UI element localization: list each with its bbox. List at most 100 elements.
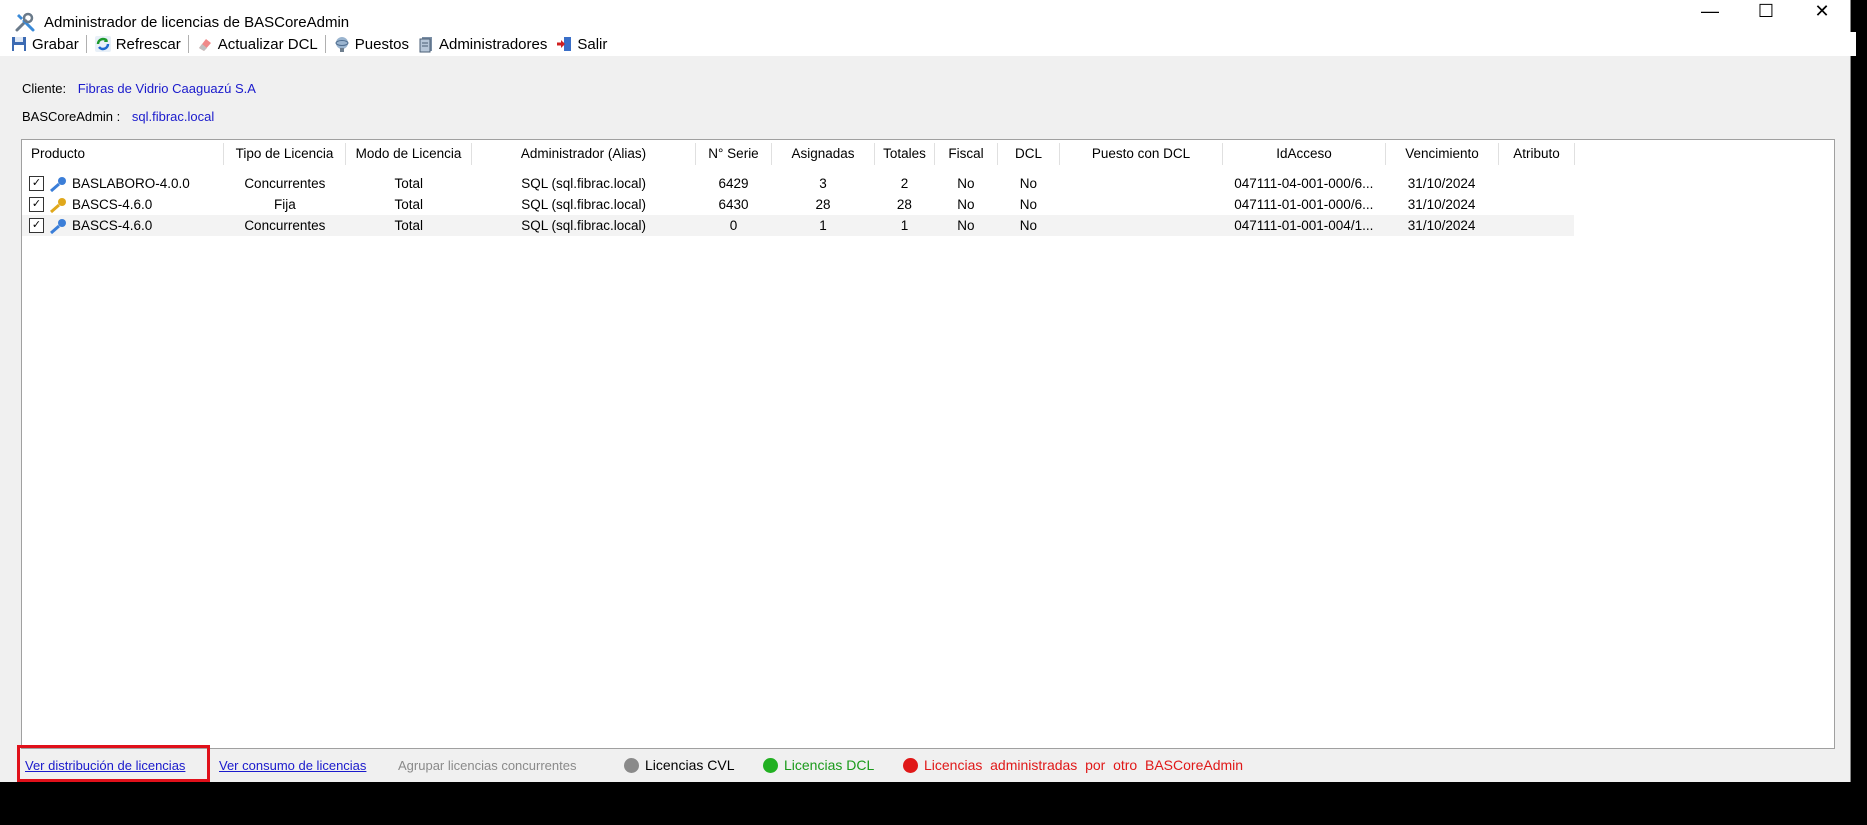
cell-fiscal: No <box>957 197 975 212</box>
gray-dot-icon <box>624 757 639 773</box>
update-dcl-button[interactable]: Actualizar DCL <box>192 33 322 55</box>
table-row[interactable]: ✓ BASCS-4.6.0 Concurrentes Total SQL (sq… <box>22 215 1574 236</box>
bascoreadmin-label: BASCoreAdmin : <box>22 109 121 124</box>
refresh-button[interactable]: Refrescar <box>90 33 185 55</box>
cell-idacceso: 047111-01-001-004/1... <box>1234 218 1374 233</box>
license-manager-window: Administrador de licencias de BASCoreAdm… <box>0 0 1856 782</box>
column-header-asignadas[interactable]: Asignadas <box>772 143 875 165</box>
bascoreadmin-value: sql.fibrac.local <box>131 109 215 124</box>
green-dot-icon <box>763 757 778 773</box>
table-row[interactable]: ✓ BASCS-4.6.0 Fija Total SQL (sql.fibrac… <box>22 194 1574 215</box>
refresh-label: Refrescar <box>115 35 181 53</box>
minimize-icon: — <box>1701 0 1719 21</box>
maximize-icon: ☐ <box>1757 0 1775 21</box>
cell-idacceso: 047111-01-001-000/6... <box>1234 197 1374 212</box>
cell-serie: 6430 <box>718 197 749 212</box>
cell-serie: 0 <box>729 218 738 233</box>
legend-dcl-label: Licencias DCL <box>784 757 875 773</box>
toolbar-separator <box>324 35 326 53</box>
row-checkbox[interactable]: ✓ <box>29 176 44 191</box>
cell-vencimiento: 31/10/2024 <box>1407 197 1476 212</box>
cell-atributo <box>1498 215 1574 236</box>
row-checkbox[interactable]: ✓ <box>29 197 44 212</box>
column-header-administrador[interactable]: Administrador (Alias) <box>472 143 696 165</box>
highlight-box <box>17 745 210 782</box>
exit-icon <box>555 35 573 53</box>
cell-asignadas: 28 <box>815 197 831 212</box>
cell-tipo: Concurrentes <box>244 176 326 191</box>
administrators-label: Administradores <box>438 35 548 53</box>
close-button[interactable]: ✕ <box>1794 0 1850 22</box>
cell-dcl: No <box>1019 176 1037 191</box>
cell-puesto <box>1059 215 1222 236</box>
red-dot-icon <box>903 757 918 773</box>
cell-tipo: Fija <box>273 197 296 212</box>
cell-totales: 28 <box>896 197 912 212</box>
workstations-button[interactable]: Puestos <box>329 33 413 55</box>
cell-puesto <box>1059 173 1222 194</box>
cell-dcl: No <box>1019 197 1037 212</box>
floppy-disk-icon <box>10 35 28 53</box>
cell-fiscal: No <box>957 218 975 233</box>
toolbar: Grabar Refrescar Actualizar DCL Puestos <box>0 32 1856 56</box>
cell-atributo <box>1498 194 1574 215</box>
cell-asignadas: 1 <box>819 218 827 233</box>
cell-producto: BASLABORO-4.0.0 <box>72 176 190 191</box>
key-icon <box>48 196 68 214</box>
exit-button[interactable]: Salir <box>551 33 611 55</box>
column-header-fiscal[interactable]: Fiscal <box>935 143 998 165</box>
cell-serie: 6429 <box>718 176 749 191</box>
key-icon <box>48 175 68 193</box>
toolbar-separator <box>85 35 87 53</box>
cell-fiscal: No <box>957 176 975 191</box>
cell-producto: BASCS-4.6.0 <box>72 218 153 233</box>
legend-cvl-label: Licencias CVL <box>645 757 735 773</box>
cell-vencimiento: 31/10/2024 <box>1407 218 1476 233</box>
cell-modo: Total <box>394 197 424 212</box>
column-header-vencimiento[interactable]: Vencimiento <box>1386 143 1499 165</box>
row-checkbox[interactable]: ✓ <box>29 218 44 233</box>
column-header-tipo[interactable]: Tipo de Licencia <box>224 143 346 165</box>
key-icon <box>48 217 68 235</box>
column-header-totales[interactable]: Totales <box>875 143 935 165</box>
legend-other-admin: Licencias administradas por otro BASCore… <box>903 757 1243 773</box>
legend-other-admin-label: Licencias administradas por otro BASCore… <box>924 757 1244 773</box>
cell-administrador: SQL (sql.fibrac.local) <box>521 197 647 212</box>
workstations-label: Puestos <box>354 35 409 53</box>
update-dcl-label: Actualizar DCL <box>217 35 318 53</box>
cell-asignadas: 3 <box>819 176 827 191</box>
cell-atributo <box>1498 173 1574 194</box>
cell-administrador: SQL (sql.fibrac.local) <box>521 176 647 191</box>
save-button[interactable]: Grabar <box>6 33 83 55</box>
cell-tipo: Concurrentes <box>244 218 326 233</box>
table-row[interactable]: ✓ BASLABORO-4.0.0 Concurrentes Total SQL… <box>22 173 1574 194</box>
column-header-atributo[interactable]: Atributo <box>1499 143 1575 165</box>
minimize-button[interactable]: — <box>1682 0 1738 22</box>
group-concurrent-option[interactable]: Agrupar licencias concurrentes <box>398 758 576 773</box>
cell-modo: Total <box>394 176 424 191</box>
cell-idacceso: 047111-04-001-000/6... <box>1234 176 1374 191</box>
column-header-dcl[interactable]: DCL <box>998 143 1060 165</box>
bascoreadmin-info: BASCoreAdmin : sql.fibrac.local <box>22 109 214 124</box>
client-label: Cliente: <box>22 81 67 96</box>
view-consumption-link[interactable]: Ver consumo de licencias <box>219 758 366 773</box>
maximize-button[interactable]: ☐ <box>1738 0 1794 22</box>
legend-dcl: Licencias DCL <box>763 757 874 773</box>
toolbar-separator <box>187 35 189 53</box>
cell-totales: 2 <box>900 176 909 191</box>
licenses-table[interactable]: Producto Tipo de Licencia Modo de Licenc… <box>21 139 1835 749</box>
cell-totales: 1 <box>900 218 909 233</box>
column-header-producto[interactable]: Producto <box>22 143 224 165</box>
column-header-modo[interactable]: Modo de Licencia <box>346 143 472 165</box>
column-header-idacceso[interactable]: IdAcceso <box>1223 143 1386 165</box>
column-header-serie[interactable]: N° Serie <box>696 143 772 165</box>
server-icon <box>417 35 435 53</box>
client-value: Fibras de Vidrio Caaguazú S.A <box>77 81 256 96</box>
cell-dcl: No <box>1019 218 1037 233</box>
cell-vencimiento: 31/10/2024 <box>1407 176 1476 191</box>
legend-cvl: Licencias CVL <box>624 757 735 773</box>
administrators-button[interactable]: Administradores <box>413 33 551 55</box>
column-header-puesto[interactable]: Puesto con DCL <box>1060 143 1223 165</box>
workstation-icon <box>333 35 351 53</box>
exit-label: Salir <box>577 35 608 53</box>
